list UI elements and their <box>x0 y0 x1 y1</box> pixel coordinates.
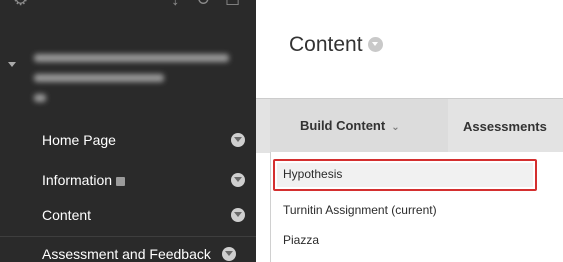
build-content-menu: Hypothesis Turnitin Assignment (current)… <box>270 152 563 262</box>
sidebar-item-label: Information <box>42 171 126 189</box>
chevron-down-icon[interactable] <box>367 37 383 52</box>
page-title-text: Content <box>289 33 363 56</box>
sidebar-item-home-page[interactable]: Home Page <box>0 125 256 155</box>
sort-icon[interactable]: ↕ <box>171 0 180 8</box>
menu-item-turnitin-assignment[interactable]: Turnitin Assignment (current) <box>283 202 437 218</box>
collapse-icon[interactable]: ☐ <box>225 0 240 8</box>
chevron-down-icon[interactable] <box>222 247 236 261</box>
chevron-down-icon[interactable] <box>231 133 245 147</box>
chevron-down-icon: ⌄ <box>391 122 400 133</box>
menu-item-hypothesis[interactable]: Hypothesis <box>283 166 342 182</box>
action-bar: Build Content ⌄ Assessments <box>256 98 563 153</box>
menu-item-piazza[interactable]: Piazza <box>283 232 319 248</box>
course-title-block[interactable] <box>0 42 256 110</box>
page-icon <box>116 177 126 186</box>
sidebar-item-content[interactable]: Content <box>0 200 256 230</box>
sidebar-toolbar: ⚙ ↕ ↻ ☐ <box>0 0 256 22</box>
main-content: Content Build Content ⌄ Assessments Hypot… <box>256 0 563 262</box>
sidebar-item-label: Content <box>42 207 92 223</box>
assessments-button[interactable]: Assessments <box>463 118 547 136</box>
build-content-label: Build Content ⌄ <box>300 117 400 137</box>
course-title-redacted <box>34 52 239 108</box>
course-sidebar: ⚙ ↕ ↻ ☐ Home Page Information Content As… <box>0 0 256 262</box>
sidebar-divider <box>0 236 256 237</box>
sidebar-item-assessment-and-feedback[interactable]: Assessment and Feedback <box>0 239 256 262</box>
sidebar-item-label: Home Page <box>42 132 116 148</box>
page-title: Content <box>289 32 383 58</box>
build-content-text: Build Content <box>300 118 386 133</box>
sidebar-item-information[interactable]: Information <box>0 165 256 195</box>
build-content-button[interactable]: Build Content ⌄ <box>270 99 448 153</box>
settings-icon[interactable]: ⚙ <box>13 0 28 8</box>
chevron-down-icon[interactable] <box>231 208 245 222</box>
chevron-down-icon[interactable] <box>231 173 245 187</box>
sidebar-item-text: Information <box>42 172 113 188</box>
sidebar-item-label: Assessment and Feedback <box>42 246 211 262</box>
refresh-icon[interactable]: ↻ <box>196 0 210 8</box>
chevron-down-icon[interactable] <box>8 62 16 67</box>
